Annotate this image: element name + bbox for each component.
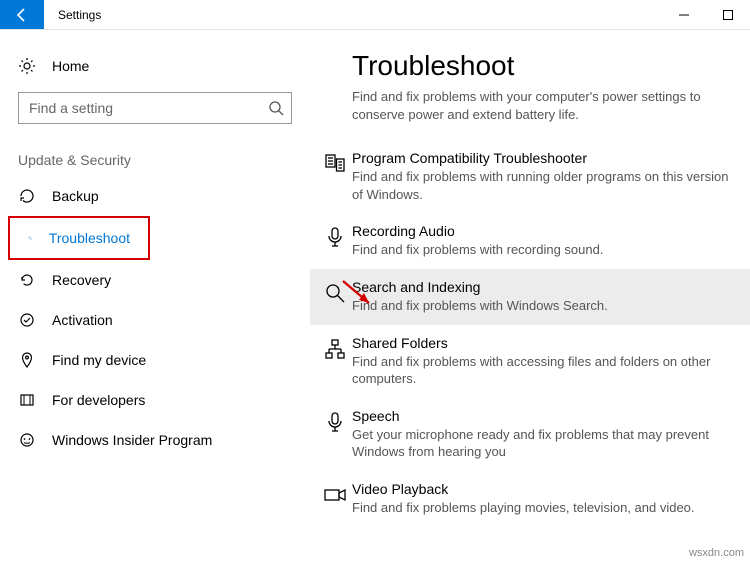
troubleshooter-shared-folders[interactable]: Shared Folders Find and fix problems wit… <box>310 325 750 398</box>
microphone-icon <box>318 223 352 259</box>
insider-icon <box>18 431 36 449</box>
recovery-icon <box>18 271 36 289</box>
troubleshooter-program-compatibility[interactable]: Program Compatibility Troubleshooter Fin… <box>310 140 750 213</box>
search-input[interactable] <box>18 92 292 124</box>
sidebar-item-label: For developers <box>52 392 145 408</box>
location-icon <box>18 351 36 369</box>
minimize-button[interactable] <box>662 0 706 29</box>
sidebar-item-backup[interactable]: Backup <box>0 176 310 216</box>
compatibility-icon <box>318 150 352 203</box>
gear-icon <box>18 57 36 75</box>
troubleshooter-desc: Find and fix problems with recording sou… <box>352 241 730 259</box>
sidebar-section-header: Update & Security <box>0 142 310 176</box>
sidebar-item-recovery[interactable]: Recovery <box>0 260 310 300</box>
sidebar-item-home[interactable]: Home <box>0 46 310 86</box>
backup-icon <box>18 187 36 205</box>
sidebar-item-for-developers[interactable]: For developers <box>0 380 310 420</box>
sidebar-item-find-my-device[interactable]: Find my device <box>0 340 310 380</box>
sidebar-item-label: Recovery <box>52 272 111 288</box>
sidebar-item-activation[interactable]: Activation <box>0 300 310 340</box>
sidebar-item-label: Activation <box>52 312 113 328</box>
search-icon <box>318 279 352 315</box>
sidebar-item-insider[interactable]: Windows Insider Program <box>0 420 310 460</box>
activation-icon <box>18 311 36 329</box>
troubleshooter-desc: Find and fix problems with Windows Searc… <box>352 297 730 315</box>
troubleshooter-recording-audio[interactable]: Recording Audio Find and fix problems wi… <box>310 213 750 269</box>
page-lead: Find and fix problems with your computer… <box>310 88 750 140</box>
watermark: wsxdn.com <box>689 547 744 559</box>
key-icon <box>28 229 33 247</box>
developers-icon <box>18 391 36 409</box>
sidebar-item-label: Windows Insider Program <box>52 432 212 448</box>
annotation-highlight: Troubleshoot <box>8 216 150 260</box>
sidebar-item-label: Backup <box>52 188 99 204</box>
window-title: Settings <box>44 0 662 29</box>
troubleshooter-speech[interactable]: Speech Get your microphone ready and fix… <box>310 398 750 471</box>
network-icon <box>318 335 352 388</box>
video-icon <box>318 481 352 517</box>
troubleshooter-video-playback[interactable]: Video Playback Find and fix problems pla… <box>310 471 750 527</box>
troubleshooter-title: Video Playback <box>352 481 730 499</box>
sidebar: Home Update & Security Backup Troublesho… <box>0 30 310 565</box>
troubleshooter-search-indexing[interactable]: Search and Indexing Find and fix problem… <box>310 269 750 325</box>
sidebar-item-troubleshoot[interactable]: Troubleshoot <box>10 218 148 258</box>
troubleshooter-title: Search and Indexing <box>352 279 730 297</box>
sidebar-item-label: Troubleshoot <box>49 230 130 246</box>
troubleshooter-title: Speech <box>352 408 730 426</box>
troubleshooter-title: Shared Folders <box>352 335 730 353</box>
troubleshooter-desc: Find and fix problems playing movies, te… <box>352 499 730 517</box>
troubleshooter-desc: Get your microphone ready and fix proble… <box>352 426 730 461</box>
page-heading: Troubleshoot <box>310 50 750 88</box>
sidebar-home-label: Home <box>52 58 89 74</box>
maximize-button[interactable] <box>706 0 750 29</box>
troubleshooter-desc: Find and fix problems with accessing fil… <box>352 353 730 388</box>
main-content: Troubleshoot Find and fix problems with … <box>310 30 750 565</box>
troubleshooter-title: Program Compatibility Troubleshooter <box>352 150 730 168</box>
microphone-icon <box>318 408 352 461</box>
back-button[interactable] <box>0 0 44 29</box>
search-icon <box>268 100 284 116</box>
troubleshooter-title: Recording Audio <box>352 223 730 241</box>
troubleshooter-desc: Find and fix problems with running older… <box>352 168 730 203</box>
sidebar-item-label: Find my device <box>52 352 146 368</box>
